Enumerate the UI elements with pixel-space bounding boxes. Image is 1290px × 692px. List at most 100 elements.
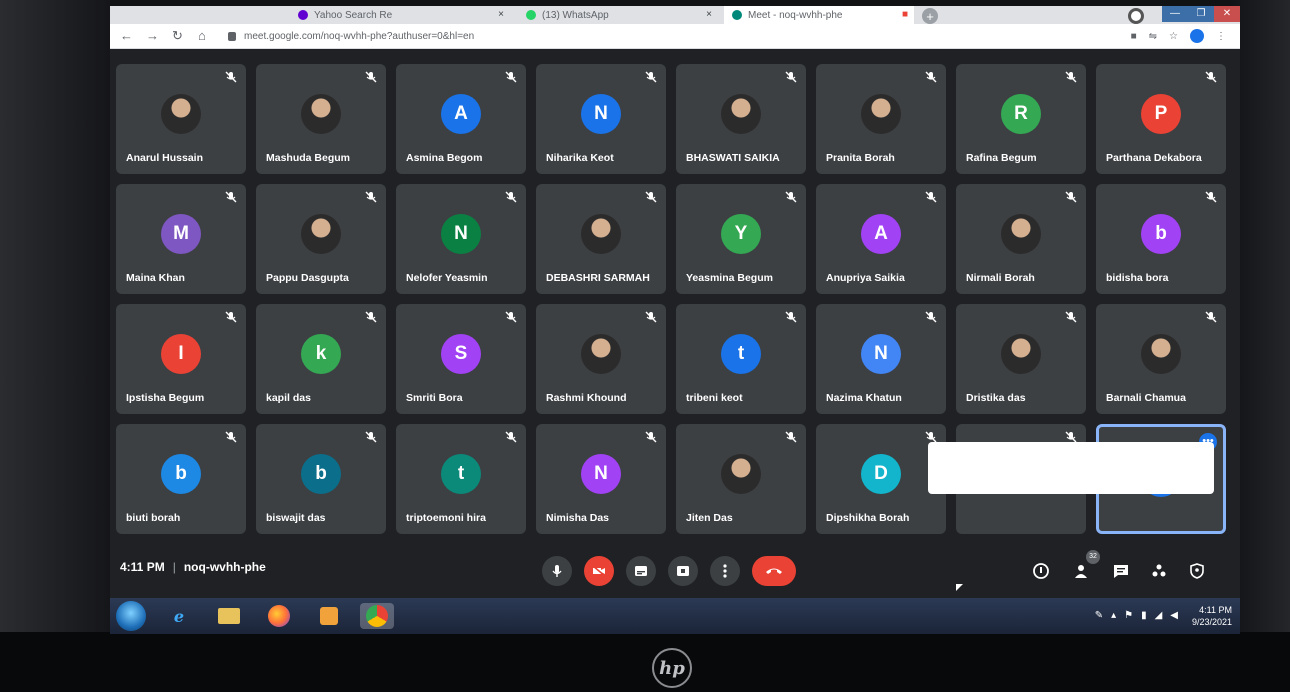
start-button[interactable] [116, 601, 146, 631]
show-hidden-icons[interactable]: ▴ [1111, 610, 1116, 621]
forward-arrow-icon[interactable]: → [146, 28, 159, 43]
camera-icon[interactable]: ■ [1131, 31, 1137, 42]
chat-button[interactable] [1112, 562, 1130, 580]
file-explorer-icon[interactable] [216, 603, 242, 629]
participant-tile[interactable]: N Nazima Khatun [816, 304, 946, 414]
tab-meet[interactable]: Meet - noq-wvhh-phe ■ [724, 6, 914, 24]
participant-tile[interactable]: P Parthana Dekabora [1096, 64, 1226, 174]
mic-muted-icon [785, 311, 797, 323]
participant-tile[interactable]: Jiten Das [676, 424, 806, 534]
participant-tile[interactable]: Rashmi Khound [536, 304, 666, 414]
participant-tile[interactable]: M Maina Khan [116, 184, 246, 294]
back-arrow-icon[interactable]: ← [120, 28, 133, 43]
participant-tile[interactable]: DEBASHRI SARMAH [536, 184, 666, 294]
participant-tile[interactable]: N Nimisha Das [536, 424, 666, 534]
shield-icon [1190, 563, 1204, 579]
mic-muted-icon [1065, 311, 1077, 323]
participant-tile[interactable]: Dristika das [956, 304, 1086, 414]
participant-tile[interactable]: N Nelofer Yeasmin [396, 184, 526, 294]
participant-tile[interactable]: b bidisha bora [1096, 184, 1226, 294]
participant-tile[interactable]: Pranita Borah [816, 64, 946, 174]
avatar-photo [1001, 334, 1041, 374]
participant-tile[interactable]: b biuti borah [116, 424, 246, 534]
participant-tile[interactable]: S Smriti Bora [396, 304, 526, 414]
tab-yahoo[interactable]: Yahoo Search Re × [290, 6, 510, 24]
participant-tile[interactable]: Y Yeasmina Begum [676, 184, 806, 294]
menu-dots-icon[interactable]: ⋮ [1216, 31, 1226, 42]
chrome-icon[interactable] [360, 603, 394, 629]
volume-icon[interactable]: ◀ [1170, 610, 1178, 621]
pen-icon[interactable]: ✎ [1095, 610, 1103, 621]
media-player-icon[interactable] [316, 603, 342, 629]
participant-tile[interactable]: Nirmali Borah [956, 184, 1086, 294]
mic-muted-icon [365, 191, 377, 203]
participant-tile[interactable]: Barnali Chamua [1096, 304, 1226, 414]
participant-name: Pranita Borah [826, 152, 895, 164]
clock-date: 9/23/2021 [1191, 617, 1232, 627]
bezel-bottom [0, 632, 1290, 692]
people-icon [1075, 565, 1087, 578]
leave-call-button[interactable] [752, 556, 796, 586]
participant-tile[interactable]: k kapil das [256, 304, 386, 414]
participant-tile[interactable]: A Asmina Begom [396, 64, 526, 174]
avatar-photo [581, 334, 621, 374]
clock-time: 4:11 PM [1199, 605, 1232, 615]
participant-tile[interactable]: b biswajit das [256, 424, 386, 534]
flag-icon[interactable]: ⚑ [1124, 610, 1133, 621]
firefox-icon[interactable] [266, 603, 292, 629]
avatar-initial: k [301, 334, 341, 374]
participant-tile[interactable]: D Dipshikha Borah [816, 424, 946, 534]
participant-tile[interactable]: I Ipstisha Begum [116, 304, 246, 414]
present-screen-button[interactable] [668, 556, 698, 586]
avatar-initial: N [441, 214, 481, 254]
participant-tile[interactable]: Anarul Hussain [116, 64, 246, 174]
meeting-details[interactable]: 4:11 PM | noq-wvhh-phe [120, 560, 266, 574]
reload-icon[interactable]: ↻ [172, 28, 183, 44]
participant-tile[interactable]: Mashuda Begum [256, 64, 386, 174]
activities-button[interactable] [1150, 562, 1168, 580]
taskbar-clock[interactable]: 4:11 PM 9/23/2021 [1192, 604, 1232, 628]
address-bar[interactable]: meet.google.com/noq-wvhh-phe?authuser=0&… [228, 27, 1088, 45]
participant-tile[interactable]: BHASWATI SAIKIA [676, 64, 806, 174]
camera-off-button[interactable] [584, 556, 614, 586]
avatar-initial: t [721, 334, 761, 374]
close-icon[interactable]: × [498, 9, 504, 20]
toolbar-icons: ■ ⇋ ☆ ⋮ [1131, 29, 1226, 43]
new-tab-button[interactable]: + [922, 8, 938, 24]
internet-explorer-icon[interactable]: e [166, 603, 192, 629]
network-icon[interactable]: ◢ [1155, 610, 1163, 621]
participant-name: Dristika das [966, 392, 1026, 404]
participant-tile[interactable]: t triptoemoni hira [396, 424, 526, 534]
bookmark-star-icon[interactable]: ☆ [1169, 31, 1178, 42]
screen: Yahoo Search Re × (13) WhatsApp × Meet -… [110, 6, 1240, 634]
maximize-button[interactable]: ❐ [1188, 6, 1214, 22]
participant-tile[interactable]: Pappu Dasgupta [256, 184, 386, 294]
battery-icon[interactable]: ▮ [1141, 610, 1147, 621]
avatar-initial: t [441, 454, 481, 494]
participant-tile[interactable]: A Anupriya Saikia [816, 184, 946, 294]
participant-name: Maina Khan [126, 272, 185, 284]
participant-name: Parthana Dekabora [1106, 152, 1202, 164]
tab-whatsapp[interactable]: (13) WhatsApp × [518, 6, 718, 24]
participant-tile[interactable]: N Niharika Keot [536, 64, 666, 174]
close-icon[interactable]: × [706, 9, 712, 20]
close-window-button[interactable]: ✕ [1214, 6, 1240, 22]
home-icon[interactable]: ⌂ [198, 28, 206, 43]
meeting-details-button[interactable] [1032, 562, 1050, 580]
participant-name: bidisha bora [1106, 272, 1169, 284]
participant-tile[interactable]: t tribeni keot [676, 304, 806, 414]
more-options-button[interactable] [710, 556, 740, 586]
host-controls-button[interactable] [1188, 562, 1206, 580]
participant-tile[interactable]: R Rafina Begum [956, 64, 1086, 174]
tab-strip: Yahoo Search Re × (13) WhatsApp × Meet -… [110, 6, 1240, 24]
captions-button[interactable] [626, 556, 656, 586]
participant-name: Pappu Dasgupta [266, 272, 349, 284]
microphone-button[interactable] [542, 556, 572, 586]
mic-muted-icon [365, 311, 377, 323]
translate-icon[interactable]: ⇋ [1149, 31, 1157, 42]
minimize-button[interactable]: — [1162, 6, 1188, 22]
notification-popup[interactable] [928, 442, 1214, 494]
people-button[interactable] [1072, 562, 1090, 580]
account-avatar-icon[interactable] [1190, 29, 1204, 43]
chrome-profile-icon[interactable] [1128, 8, 1144, 24]
